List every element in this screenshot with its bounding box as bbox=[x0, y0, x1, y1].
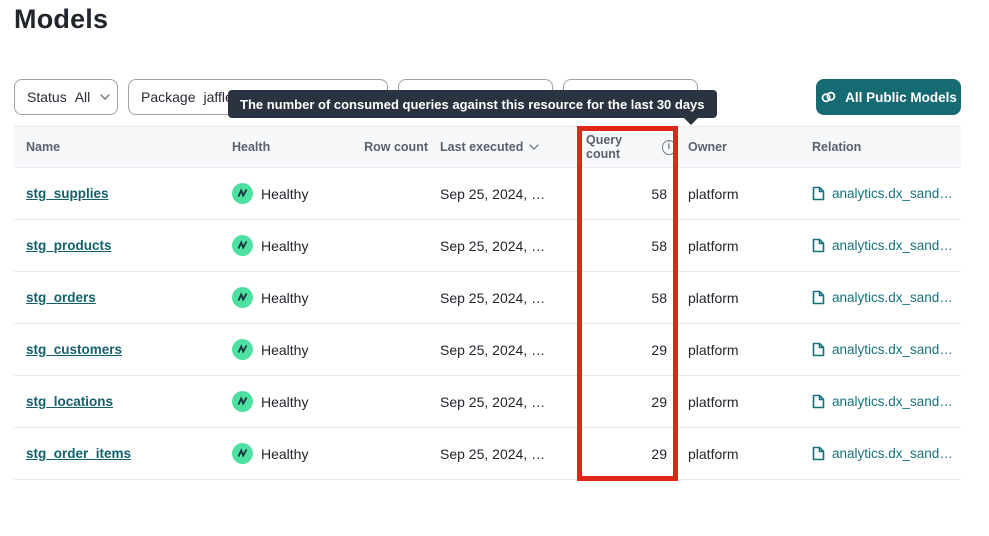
models-table: Name Health Row count Last executed Quer… bbox=[14, 126, 961, 480]
relation-link[interactable]: analytics.dx_sand… bbox=[832, 186, 953, 201]
model-link[interactable]: stg_customers bbox=[26, 342, 122, 357]
healthy-badge-icon bbox=[232, 235, 253, 256]
last-executed-cell: Sep 25, 2024, … bbox=[428, 168, 578, 219]
table-row: stg_customers Healthy Sep 25, 2024, … 29… bbox=[14, 324, 961, 376]
column-header-relation: Relation bbox=[800, 127, 961, 167]
last-executed-cell: Sep 25, 2024, … bbox=[428, 220, 578, 271]
health-label: Healthy bbox=[261, 186, 308, 202]
last-executed-cell: Sep 25, 2024, … bbox=[428, 272, 578, 323]
column-header-owner: Owner bbox=[676, 127, 800, 167]
row-count-cell bbox=[350, 428, 428, 479]
healthy-badge-icon bbox=[232, 391, 253, 412]
document-icon bbox=[812, 342, 825, 357]
model-link[interactable]: stg_locations bbox=[26, 394, 113, 409]
health-label: Healthy bbox=[261, 394, 308, 410]
chevron-down-icon bbox=[100, 94, 110, 100]
last-executed-cell: Sep 25, 2024, … bbox=[428, 324, 578, 375]
column-header-health: Health bbox=[230, 127, 350, 167]
healthy-badge-icon bbox=[232, 339, 253, 360]
table-header-row: Name Health Row count Last executed Quer… bbox=[14, 126, 961, 168]
health-label: Healthy bbox=[261, 446, 308, 462]
table-row: stg_orders Healthy Sep 25, 2024, … 58 pl… bbox=[14, 272, 961, 324]
query-count-tooltip: The number of consumed queries against t… bbox=[228, 90, 717, 118]
query-count-cell: 58 bbox=[578, 168, 676, 219]
owner-cell: platform bbox=[676, 272, 800, 323]
status-filter-value: All bbox=[75, 89, 91, 105]
health-label: Healthy bbox=[261, 342, 308, 358]
row-count-cell bbox=[350, 220, 428, 271]
row-count-cell bbox=[350, 376, 428, 427]
healthy-badge-icon bbox=[232, 183, 253, 204]
table-row: stg_locations Healthy Sep 25, 2024, … 29… bbox=[14, 376, 961, 428]
query-count-cell: 58 bbox=[578, 272, 676, 323]
column-header-name: Name bbox=[14, 127, 230, 167]
row-count-cell bbox=[350, 168, 428, 219]
tooltip-caret bbox=[683, 117, 699, 125]
last-executed-cell: Sep 25, 2024, … bbox=[428, 428, 578, 479]
tooltip-text: The number of consumed queries against t… bbox=[240, 97, 705, 112]
table-row: stg_supplies Healthy Sep 25, 2024, … 58 … bbox=[14, 168, 961, 220]
table-row: stg_products Healthy Sep 25, 2024, … 58 … bbox=[14, 220, 961, 272]
row-count-cell bbox=[350, 272, 428, 323]
query-count-cell: 29 bbox=[578, 428, 676, 479]
relation-link[interactable]: analytics.dx_sand… bbox=[832, 290, 953, 305]
owner-cell: platform bbox=[676, 168, 800, 219]
sort-chevron-down-icon bbox=[529, 144, 539, 150]
model-link[interactable]: stg_products bbox=[26, 238, 112, 253]
health-label: Healthy bbox=[261, 290, 308, 306]
status-filter-dropdown[interactable]: Status All bbox=[14, 79, 118, 115]
query-count-cell: 58 bbox=[578, 220, 676, 271]
query-count-cell: 29 bbox=[578, 324, 676, 375]
owner-cell: platform bbox=[676, 428, 800, 479]
all-public-models-label: All Public Models bbox=[845, 90, 957, 105]
all-public-models-button[interactable]: All Public Models bbox=[816, 79, 961, 115]
info-icon[interactable]: i bbox=[662, 140, 676, 155]
healthy-badge-icon bbox=[232, 287, 253, 308]
owner-cell: platform bbox=[676, 376, 800, 427]
link-icon bbox=[820, 90, 837, 104]
column-header-last-executed[interactable]: Last executed bbox=[428, 127, 578, 167]
document-icon bbox=[812, 186, 825, 201]
relation-link[interactable]: analytics.dx_sand… bbox=[832, 238, 953, 253]
owner-cell: platform bbox=[676, 220, 800, 271]
status-filter-label: Status bbox=[27, 89, 67, 105]
column-header-row-count: Row count bbox=[350, 127, 428, 167]
model-link[interactable]: stg_orders bbox=[26, 290, 96, 305]
relation-link[interactable]: analytics.dx_sand… bbox=[832, 342, 953, 357]
health-label: Healthy bbox=[261, 238, 308, 254]
healthy-badge-icon bbox=[232, 443, 253, 464]
owner-cell: platform bbox=[676, 324, 800, 375]
page-title: Models bbox=[14, 4, 108, 35]
relation-link[interactable]: analytics.dx_sand… bbox=[832, 446, 953, 461]
package-filter-label: Package bbox=[141, 89, 195, 105]
document-icon bbox=[812, 446, 825, 461]
document-icon bbox=[812, 290, 825, 305]
table-row: stg_order_items Healthy Sep 25, 2024, … … bbox=[14, 428, 961, 480]
row-count-cell bbox=[350, 324, 428, 375]
models-page: Models Status All Package jaffle_ All Pu… bbox=[0, 0, 989, 536]
model-link[interactable]: stg_order_items bbox=[26, 446, 131, 461]
relation-link[interactable]: analytics.dx_sand… bbox=[832, 394, 953, 409]
last-executed-cell: Sep 25, 2024, … bbox=[428, 376, 578, 427]
document-icon bbox=[812, 238, 825, 253]
column-header-query-count: Query count i bbox=[578, 127, 676, 167]
document-icon bbox=[812, 394, 825, 409]
query-count-cell: 29 bbox=[578, 376, 676, 427]
model-link[interactable]: stg_supplies bbox=[26, 186, 109, 201]
